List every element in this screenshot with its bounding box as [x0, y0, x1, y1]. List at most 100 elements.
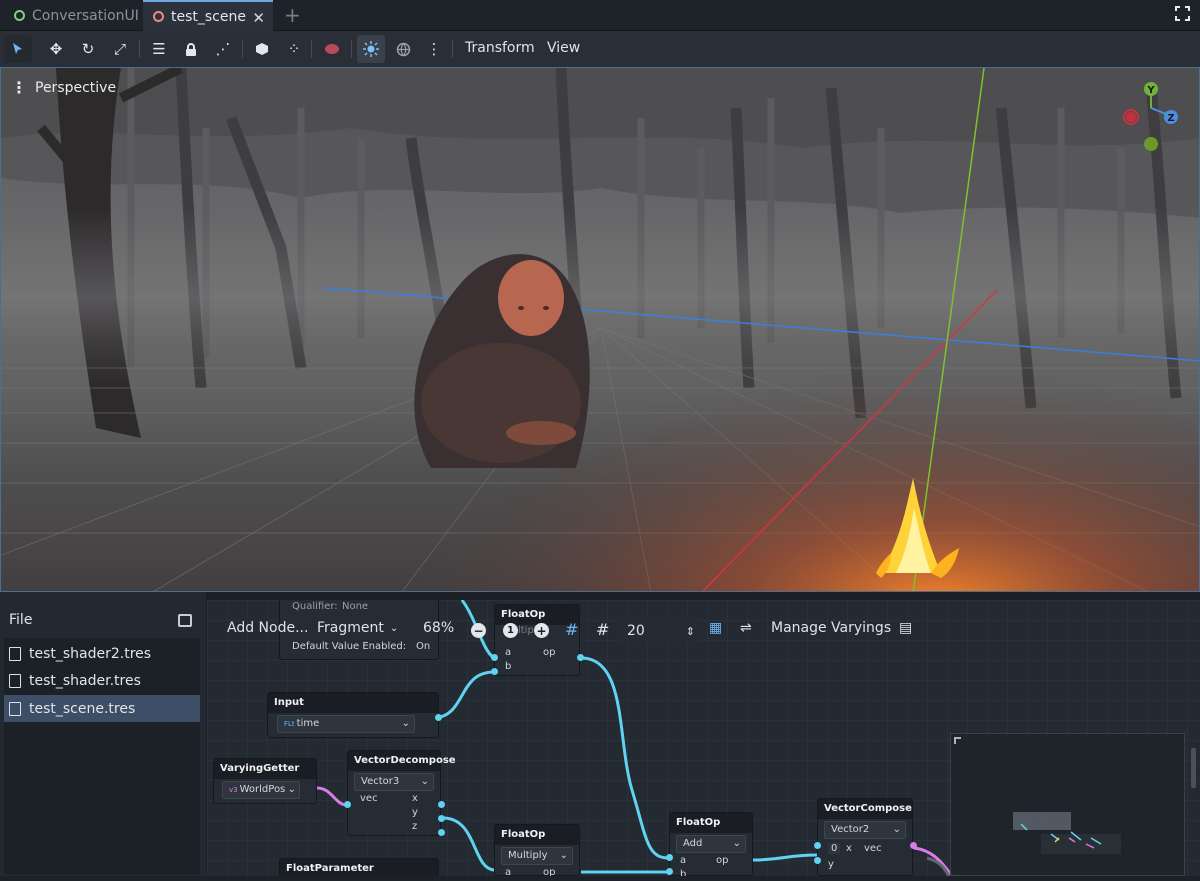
preview-animation-icon[interactable]: [318, 35, 346, 63]
manage-varyings-label: Manage Varyings: [771, 620, 892, 636]
file-item[interactable]: test_scene.tres: [4, 695, 200, 722]
port-a: a: [680, 855, 687, 866]
snap-distance-field[interactable]: 20 ⇕: [619, 618, 699, 644]
zoom-label: 68%: [423, 620, 455, 636]
chevron-down-icon: ⌄: [389, 622, 399, 634]
varying-select[interactable]: v3 WorldPos ⌄: [222, 781, 300, 799]
output-port-dot[interactable]: [435, 714, 442, 721]
pivot-icon[interactable]: ⁘: [280, 35, 308, 63]
input-port-dot[interactable]: [666, 868, 673, 875]
input-select[interactable]: FLt time ⌄: [277, 715, 415, 733]
output-port-dot[interactable]: [438, 815, 445, 822]
input-node[interactable]: Input FLt time ⌄: [267, 692, 439, 738]
add-tab-icon[interactable]: +: [284, 3, 301, 27]
vector-type-select[interactable]: Vector3 ⌄: [354, 773, 434, 791]
view-menu[interactable]: View: [547, 40, 580, 56]
float-parameter-node[interactable]: FloatParameter: [279, 858, 439, 876]
zoom-reset-button[interactable]: 68%: [423, 620, 454, 636]
shader-mode-select[interactable]: Fragment ⌄: [317, 620, 398, 636]
orientation-gizmo[interactable]: Y Z: [1121, 78, 1183, 158]
minimap-toggle-icon[interactable]: ▦: [709, 620, 722, 636]
vector-compose-node[interactable]: VectorCompose Vector2 ⌄ 0 x y vec: [817, 798, 913, 876]
graph-minimap[interactable]: [950, 733, 1196, 876]
more-options-icon[interactable]: ⋮: [420, 35, 448, 63]
chevron-down-icon: ⌄: [732, 838, 741, 849]
op-select[interactable]: Multiply ⌄: [501, 847, 573, 865]
op-select[interactable]: Add ⌄: [676, 835, 746, 853]
chevron-down-icon: ⌄: [559, 850, 568, 861]
file-menu[interactable]: File: [9, 612, 32, 628]
floatop-multiply-node[interactable]: FloatOp Multiply a b op: [494, 604, 580, 676]
show-grid-icon[interactable]: #: [596, 620, 609, 639]
environment-preview-icon[interactable]: [389, 35, 417, 63]
move-tool-icon[interactable]: ✥: [42, 35, 70, 63]
zoom-reset-icon[interactable]: 1: [503, 623, 518, 638]
port-z: z: [412, 821, 418, 832]
file-name: test_shader.tres: [29, 672, 141, 689]
zoom-out-icon[interactable]: −: [471, 623, 486, 638]
vector-type-select[interactable]: Vector2 ⌄: [824, 821, 906, 839]
shader-preview-icon[interactable]: ▤: [899, 620, 912, 636]
sun-preview-icon[interactable]: [357, 35, 385, 63]
vector-decompose-node[interactable]: VectorDecompose Vector3 ⌄ vec x y z: [347, 750, 456, 836]
add-node-button[interactable]: Add Node...: [227, 620, 308, 636]
more-options-icon: ⋮: [11, 78, 27, 97]
3d-viewport[interactable]: ⋮ Perspective Y Z: [0, 67, 1200, 592]
output-port-dot[interactable]: [438, 829, 445, 836]
tab-conversationui[interactable]: ConversationUI: [6, 0, 142, 31]
manage-varyings-button[interactable]: Manage Varyings: [771, 620, 891, 636]
file-name: test_shader2.tres: [29, 645, 152, 662]
lock-icon[interactable]: [177, 35, 205, 63]
zoom-in-icon[interactable]: +: [534, 623, 549, 638]
input-port-dot[interactable]: [814, 842, 821, 849]
type-tag: FLt: [284, 720, 295, 728]
rotate-tool-icon[interactable]: ↻: [74, 35, 102, 63]
floatop-add-node[interactable]: FloatOp Add ⌄ a b op: [669, 812, 753, 876]
port-a: a: [505, 867, 512, 876]
select-tool-icon[interactable]: [4, 35, 32, 63]
transform-menu[interactable]: Transform: [465, 40, 535, 56]
op-value: Multiply: [508, 850, 548, 861]
cube-icon[interactable]: [248, 35, 276, 63]
input-port-dot[interactable]: [491, 668, 498, 675]
snap-grid-icon[interactable]: #: [565, 620, 578, 639]
node-title: VectorDecompose: [348, 751, 456, 771]
group-icon[interactable]: ⋰: [209, 35, 237, 63]
output-port-dot[interactable]: [577, 654, 584, 661]
scene-node-icon: [153, 11, 164, 22]
output-port-dot[interactable]: [438, 801, 445, 808]
shader-file-icon: [9, 701, 21, 716]
tab-test-scene[interactable]: test_scene ✕: [143, 0, 273, 31]
perspective-menu[interactable]: ⋮ Perspective: [11, 78, 116, 97]
input-port-dot[interactable]: [666, 854, 673, 861]
close-icon[interactable]: ✕: [252, 9, 265, 27]
file-item[interactable]: test_shader2.tres: [4, 640, 200, 667]
fullscreen-icon[interactable]: [1175, 6, 1190, 21]
x-value-field[interactable]: 0: [828, 843, 841, 854]
node-title: VectorCompose: [818, 799, 912, 819]
toggle-files-icon[interactable]: [178, 614, 192, 627]
scrollbar[interactable]: [1191, 748, 1196, 788]
varying-value: WorldPos: [239, 784, 286, 795]
node-title: FloatParameter: [280, 859, 438, 876]
port-op: op: [543, 867, 556, 876]
input-port-dot[interactable]: [814, 857, 821, 864]
file-item[interactable]: test_shader.tres: [4, 667, 200, 694]
node-title: FloatOp: [670, 813, 752, 833]
qualifier-value[interactable]: None: [342, 601, 368, 612]
input-port-dot[interactable]: [491, 654, 498, 661]
port-a: a: [505, 647, 512, 658]
varying-getter-node[interactable]: VaryingGetter v3 WorldPos ⌄: [213, 758, 317, 804]
output-port-dot[interactable]: [910, 842, 917, 849]
scale-tool-icon[interactable]: ⤢: [106, 35, 134, 63]
add-node-label: Add Node...: [227, 620, 309, 636]
port-vec: vec: [864, 843, 882, 854]
default-value-toggle[interactable]: On: [416, 641, 430, 652]
floatop-multiply-node-2[interactable]: FloatOp Multiply ⌄ a op: [494, 824, 580, 876]
port-x: x: [846, 843, 852, 854]
input-port-dot[interactable]: [344, 801, 351, 808]
list-select-icon[interactable]: ☰: [145, 35, 173, 63]
snap-value: 20: [627, 623, 645, 639]
arrange-nodes-icon[interactable]: ⇌: [740, 620, 752, 636]
port-vec: vec: [360, 793, 378, 804]
